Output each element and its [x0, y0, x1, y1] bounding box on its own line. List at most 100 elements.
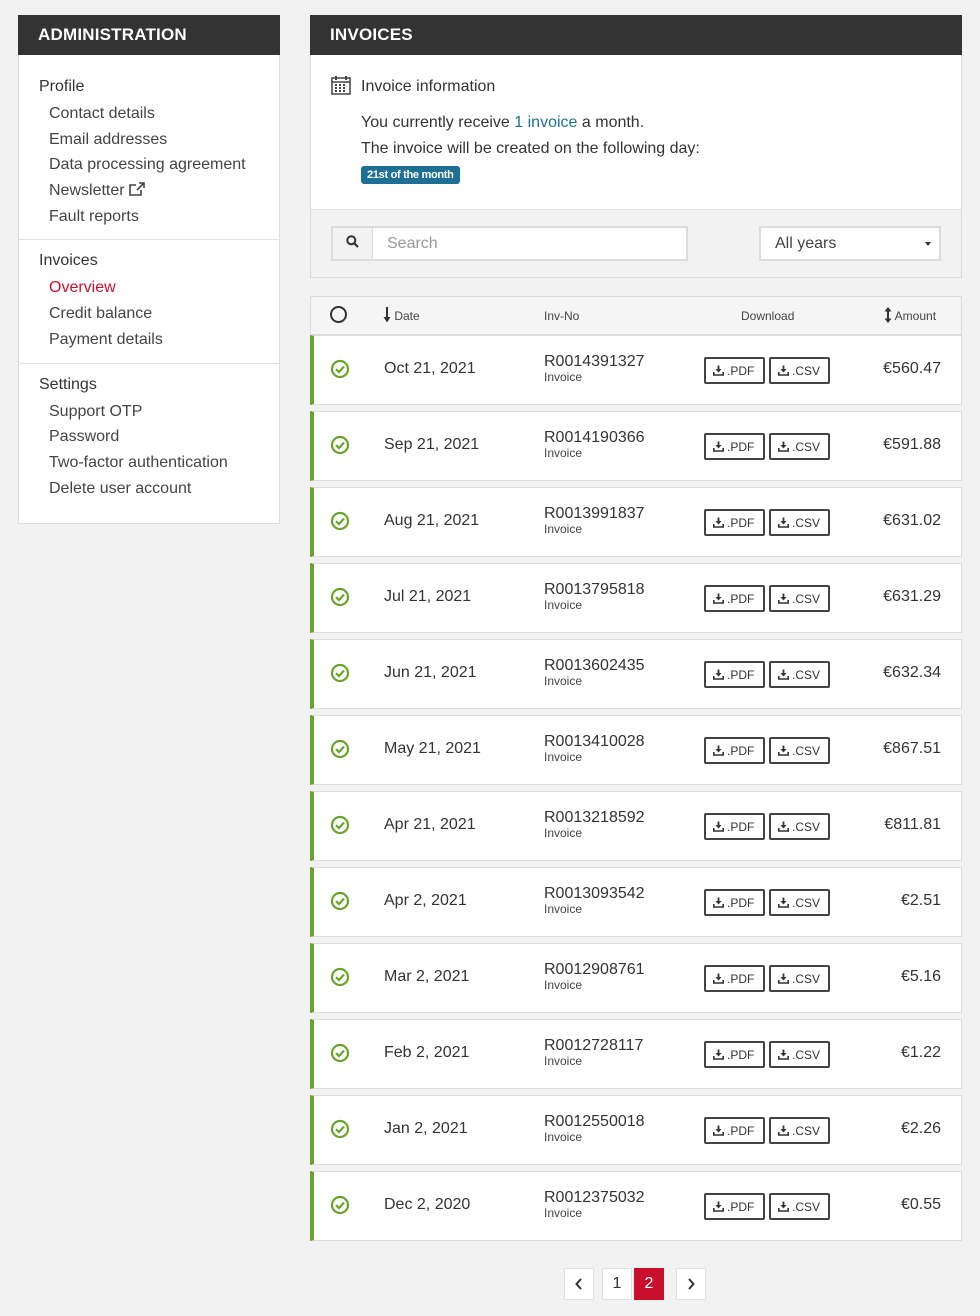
table-row[interactable]: Dec 2, 2020 R0012375032 Invoice .PDF .CSV €0.… [310, 1171, 962, 1241]
invoice-day-text: The invoice will be created on the follo… [361, 140, 700, 157]
table-row[interactable]: Sep 21, 2021 R0014190366 Invoice .PDF .CSV €5… [310, 411, 962, 481]
download-pdf-button[interactable]: .PDF [704, 1193, 765, 1220]
invoice-amount: €811.81 [884, 816, 941, 833]
table-row[interactable]: Feb 2, 2021 R0012728117 Invoice .PDF .CSV €1.… [310, 1019, 962, 1089]
invoice-number: R0013602435 [544, 657, 645, 674]
chevron-left-icon [575, 1278, 582, 1290]
table-row[interactable]: Aug 21, 2021 R0013991837 Invoice .PDF .CSV €6… [310, 487, 962, 557]
page-button-1[interactable]: 1 [602, 1268, 632, 1300]
download-pdf-button[interactable]: .PDF [704, 357, 765, 384]
invoice-date: Aug 21, 2021 [384, 512, 480, 529]
download-icon [778, 1201, 792, 1212]
page-button-2[interactable]: 2 [634, 1268, 664, 1300]
download-pdf-button[interactable]: .PDF [704, 433, 765, 460]
download-csv-button[interactable]: .CSV [769, 813, 830, 840]
sidebar-item-support-otp[interactable]: Support OTP [39, 399, 279, 425]
sidebar-item-two-factor-authentication[interactable]: Two-factor authentication [39, 450, 279, 476]
invoices-panel: INVOICES Invoice information You current… [310, 15, 962, 278]
year-filter-select[interactable]: All years [759, 226, 941, 261]
download-pdf-button[interactable]: .PDF [704, 509, 765, 536]
sidebar-item-credit-balance[interactable]: Credit balance [39, 301, 279, 327]
download-csv-button[interactable]: .CSV [769, 661, 830, 688]
invoice-day-badge: 21st of the month [361, 166, 460, 184]
table-row[interactable]: Jun 21, 2021 R0013602435 Invoice .PDF .CSV €6… [310, 639, 962, 709]
sidebar-item-password[interactable]: Password [39, 424, 279, 450]
sort-arrow-down-icon [383, 307, 391, 323]
next-page-button[interactable] [676, 1268, 706, 1300]
sidebar-title: ADMINISTRATION [18, 15, 280, 55]
invoice-number: R0013991837 [544, 505, 645, 522]
download-pdf-button[interactable]: .PDF [704, 585, 765, 612]
sort-date-header[interactable]: Date [383, 307, 420, 323]
invoice-date: Oct 21, 2021 [384, 360, 476, 377]
prev-page-button[interactable] [564, 1268, 594, 1300]
search-input[interactable] [373, 228, 686, 259]
download-csv-button[interactable]: .CSV [769, 1117, 830, 1144]
csv-label: .CSV [792, 1047, 821, 1062]
table-row[interactable]: May 21, 2021 R0013410028 Invoice .PDF .CSV €8… [310, 715, 962, 785]
sidebar-item-email-addresses[interactable]: Email addresses [39, 127, 279, 153]
sidebar-item-delete-user-account[interactable]: Delete user account [39, 476, 279, 502]
sidebar-item-contact-details[interactable]: Contact details [39, 101, 279, 127]
download-csv-button[interactable]: .CSV [769, 509, 830, 536]
download-csv-button[interactable]: .CSV [769, 1193, 830, 1220]
invoice-number: R0012908761 [544, 961, 645, 978]
sidebar-item-fault-reports[interactable]: Fault reports [39, 204, 279, 230]
csv-label: .CSV [792, 971, 821, 986]
download-csv-button[interactable]: .CSV [769, 585, 830, 612]
download-csv-button[interactable]: .CSV [769, 889, 830, 916]
download-csv-button[interactable]: .CSV [769, 965, 830, 992]
nav-group-title: Profile [39, 78, 85, 95]
download-pdf-button[interactable]: .PDF [704, 889, 765, 916]
sidebar-item-newsletter[interactable]: Newsletter [39, 178, 279, 204]
download-csv-button[interactable]: .CSV [769, 357, 830, 384]
sidebar-item-label: Support OTP [49, 402, 143, 420]
sidebar-item-label: Delete user account [49, 479, 192, 497]
download-csv-button[interactable]: .CSV [769, 433, 830, 460]
download-pdf-button[interactable]: .PDF [704, 737, 765, 764]
sidebar-item-overview[interactable]: Overview [39, 275, 279, 301]
download-csv-button[interactable]: .CSV [769, 1041, 830, 1068]
download-icon [713, 973, 727, 984]
filter-bar: All years [311, 209, 961, 277]
search-button[interactable] [333, 228, 373, 259]
download-pdf-button[interactable]: .PDF [704, 1041, 765, 1068]
table-row[interactable]: Apr 2, 2021 R0013093542 Invoice .PDF .CSV €2.… [310, 867, 962, 937]
invoice-date: Dec 2, 2020 [384, 1196, 471, 1213]
invoice-amount: €631.29 [883, 588, 941, 605]
sidebar-item-label: Contact details [49, 105, 155, 122]
select-all-radio[interactable] [330, 306, 347, 323]
pdf-label: .PDF [727, 895, 755, 910]
sidebar-item-data-processing-agreement[interactable]: Data processing agreement [39, 152, 279, 178]
invoice-type: Invoice [544, 598, 583, 612]
invoice-frequency-link[interactable]: 1 invoice [514, 114, 577, 131]
invoice-type: Invoice [544, 902, 583, 916]
download-icon [778, 593, 792, 604]
paid-check-icon [330, 815, 350, 840]
table-row[interactable]: Oct 21, 2021 R0014391327 Invoice .PDF .CSV €5… [310, 335, 962, 405]
download-pdf-button[interactable]: .PDF [704, 813, 765, 840]
table-row[interactable]: Apr 21, 2021 R0013218592 Invoice .PDF .CSV €8… [310, 791, 962, 861]
download-pdf-button[interactable]: .PDF [704, 1117, 765, 1144]
invoice-number: R0013218592 [544, 809, 645, 826]
csv-label: .CSV [792, 667, 821, 682]
admin-sidebar: ADMINISTRATION Profile Contact details Ema… [18, 15, 280, 524]
paid-check-icon [330, 359, 350, 384]
table-row[interactable]: Mar 2, 2021 R0012908761 Invoice .PDF .CSV €5.… [310, 943, 962, 1013]
sort-amount-header[interactable]: Amount [884, 307, 936, 323]
pdf-label: .PDF [727, 1199, 755, 1214]
sidebar-item-payment-details[interactable]: Payment details [39, 327, 279, 353]
download-pdf-button[interactable]: .PDF [704, 965, 765, 992]
table-row[interactable]: Jul 21, 2021 R0013795818 Invoice .PDF .CSV €6… [310, 563, 962, 633]
download-icon [713, 745, 727, 756]
invoice-number: R0014391327 [544, 353, 645, 370]
download-pdf-button[interactable]: .PDF [704, 661, 765, 688]
table-row[interactable]: Jan 2, 2021 R0012550018 Invoice .PDF .CSV €2.… [310, 1095, 962, 1165]
date-header-label: Date [394, 309, 420, 323]
download-icon [778, 365, 792, 376]
sidebar-item-label: Data processing agreement [49, 156, 246, 174]
paid-check-icon [330, 739, 350, 764]
download-csv-button[interactable]: .CSV [769, 737, 830, 764]
caret-down-icon [925, 242, 931, 246]
nav-group-title: Invoices [39, 252, 98, 270]
